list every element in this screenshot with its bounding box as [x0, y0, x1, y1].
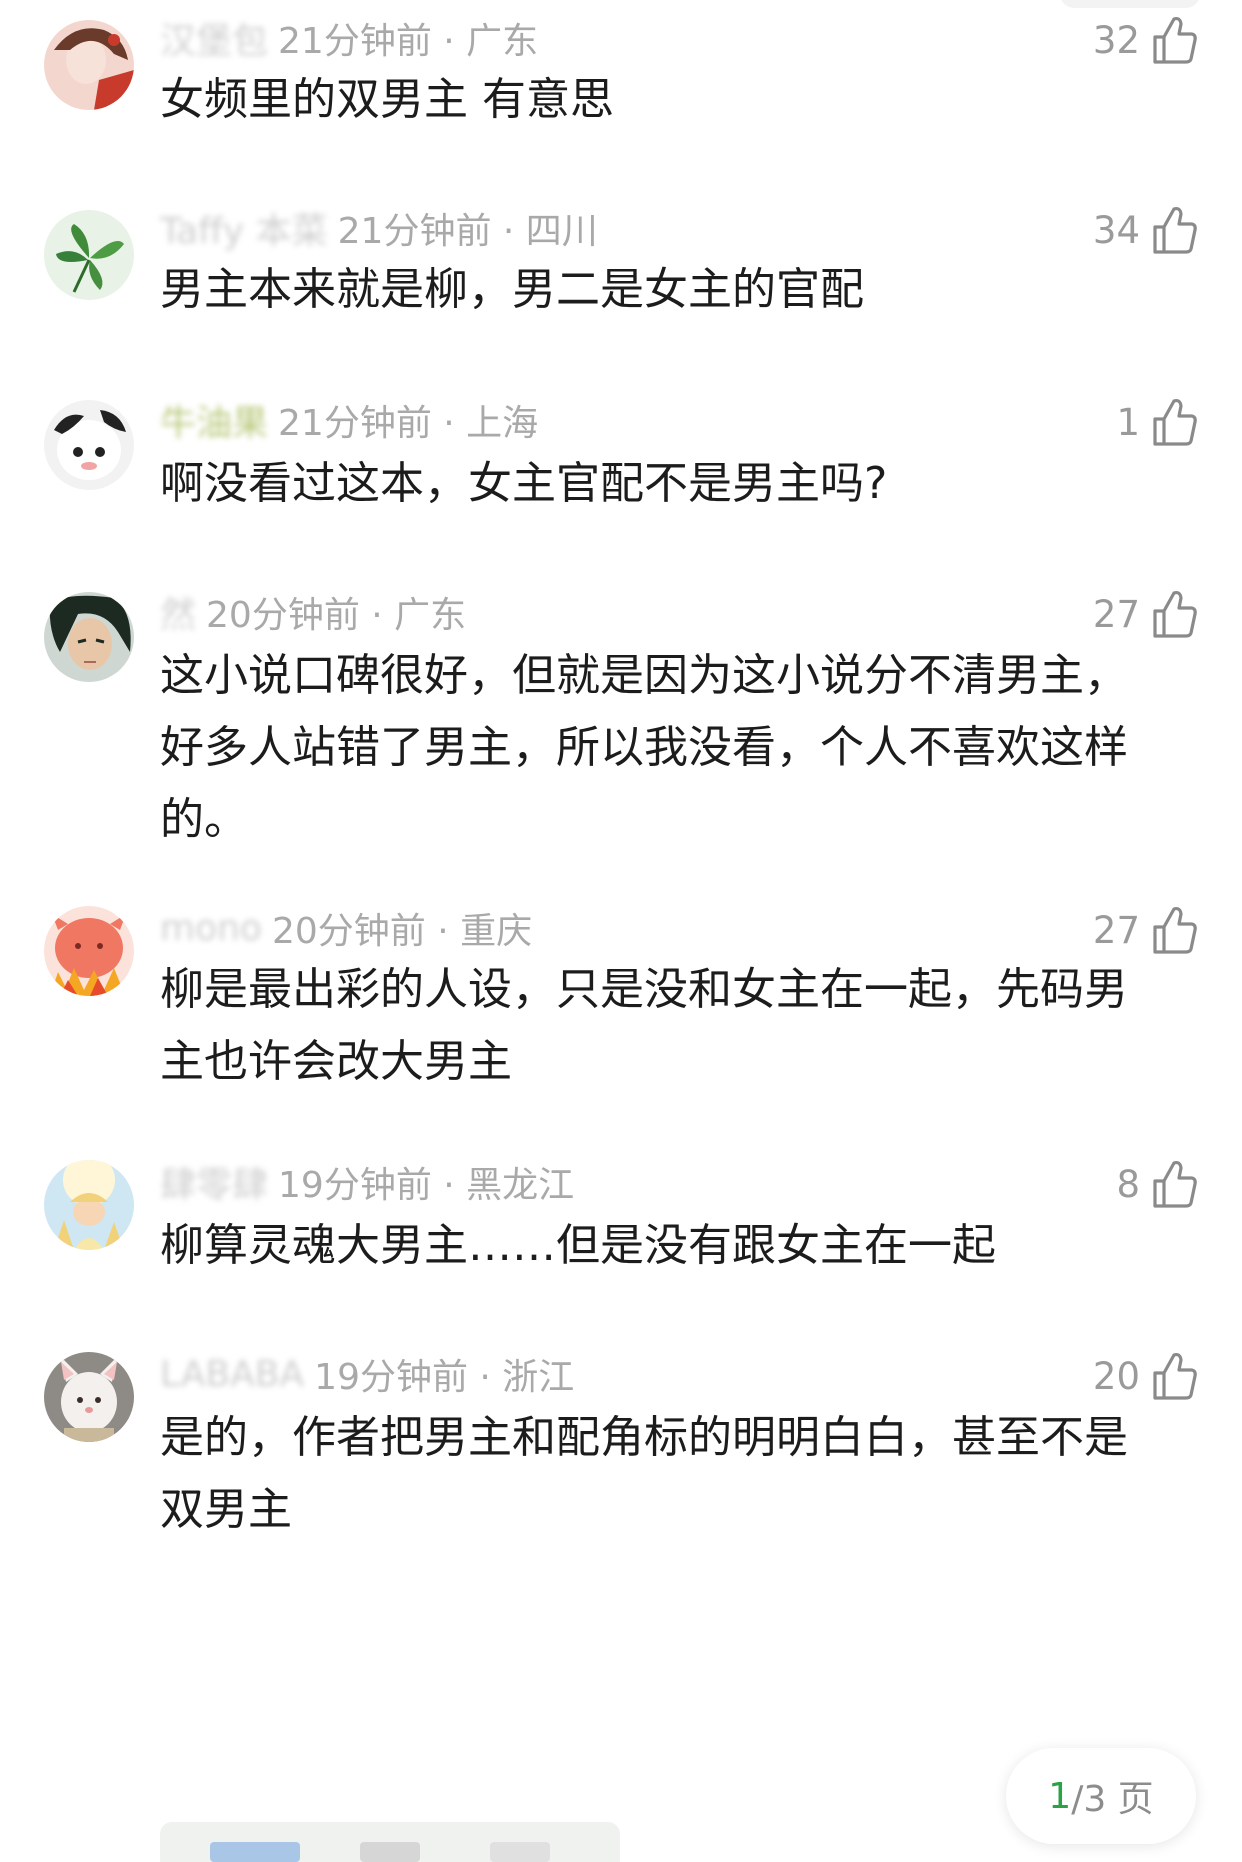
comment-text: 柳是最出彩的人设，只是没和女主在一起，先码男主也许会改大男主: [160, 964, 1128, 1087]
like-count: 34: [1092, 208, 1140, 252]
time-location: 21分钟前 · 四川: [337, 211, 598, 252]
comment-meta: 然 20分钟前 · 广东: [160, 588, 466, 636]
time-location: 19分钟前 · 黑龙江: [278, 1165, 575, 1206]
avatar[interactable]: [44, 1352, 134, 1442]
current-page: 1: [1048, 1775, 1072, 1817]
avatar[interactable]: [44, 400, 134, 490]
comment-text: 男主本来就是柳，男二是女主的官配: [160, 264, 864, 315]
username[interactable]: LABABA: [160, 1354, 304, 1395]
time-location: 19分钟前 · 浙江: [314, 1357, 575, 1398]
like-button[interactable]: 34: [1093, 202, 1198, 258]
time-location: 20分钟前 · 广东: [206, 595, 467, 636]
comment-text: 女频里的双男主 有意思: [160, 74, 614, 125]
username[interactable]: 肆零肆: [160, 1156, 268, 1208]
like-button[interactable]: 27: [1093, 586, 1198, 642]
avatar[interactable]: [44, 1160, 134, 1250]
username[interactable]: 牛油果: [160, 394, 268, 446]
comment-meta: 牛油果 21分钟前 · 上海: [160, 396, 538, 444]
avatar[interactable]: [44, 906, 134, 996]
username[interactable]: mono: [160, 908, 262, 949]
comment-meta: 肆零肆 19分钟前 · 黑龙江: [160, 1158, 574, 1206]
comment-text: 柳算灵魂大男主……但是没有跟女主在一起: [160, 1220, 996, 1271]
like-count: 27: [1092, 592, 1140, 636]
username[interactable]: 然: [160, 586, 196, 638]
like-button[interactable]: 8: [1116, 1156, 1198, 1212]
username[interactable]: 汉堡包: [160, 12, 268, 64]
next-item-preview[interactable]: [160, 1822, 620, 1862]
avatar[interactable]: [44, 20, 134, 110]
page-indicator[interactable]: 1/3 页: [1006, 1748, 1196, 1844]
like-count: 20: [1092, 1354, 1140, 1398]
comment-meta: Taffy 本菜 21分钟前 · 四川: [160, 204, 598, 252]
thumbs-up-icon[interactable]: [1152, 205, 1198, 255]
like-count: 8: [1116, 1162, 1140, 1206]
avatar[interactable]: [44, 210, 134, 300]
username[interactable]: Taffy 本菜: [160, 202, 328, 254]
comment-meta: 汉堡包 21分钟前 · 广东: [160, 14, 538, 62]
time-location: 21分钟前 · 上海: [278, 403, 539, 444]
like-button[interactable]: 32: [1093, 12, 1198, 68]
thumbs-up-icon[interactable]: [1152, 1159, 1198, 1209]
thumbs-up-icon[interactable]: [1152, 905, 1198, 955]
thumbs-up-icon[interactable]: [1152, 397, 1198, 447]
like-button[interactable]: 27: [1093, 902, 1198, 958]
thumbs-up-icon[interactable]: [1152, 1351, 1198, 1401]
comment-meta: mono 20分钟前 · 重庆: [160, 904, 533, 953]
comment-text: 这小说口碑很好，但就是因为这小说分不清男主，好多人站错了男主，所以我没看，个人不…: [160, 650, 1128, 845]
thumbs-up-icon[interactable]: [1152, 15, 1198, 65]
comment-text: 是的，作者把男主和配角标的明明白白，甚至不是双男主: [160, 1412, 1128, 1535]
like-button[interactable]: 20: [1093, 1348, 1198, 1404]
thumbs-up-icon[interactable]: [1152, 589, 1198, 639]
page-total: /3 页: [1071, 1779, 1154, 1820]
time-location: 21分钟前 · 广东: [278, 21, 539, 62]
like-button[interactable]: 1: [1116, 394, 1198, 450]
comment-text: 啊没看过这本，女主官配不是男主吗?: [160, 458, 888, 509]
time-location: 20分钟前 · 重庆: [271, 911, 533, 952]
like-count: 1: [1116, 400, 1140, 444]
avatar[interactable]: [44, 592, 134, 682]
like-count: 32: [1092, 18, 1140, 62]
top-scroll-pill: [1060, 0, 1200, 8]
comment-meta: LABABA 19分钟前 · 浙江: [160, 1350, 575, 1399]
like-count: 27: [1092, 908, 1140, 952]
